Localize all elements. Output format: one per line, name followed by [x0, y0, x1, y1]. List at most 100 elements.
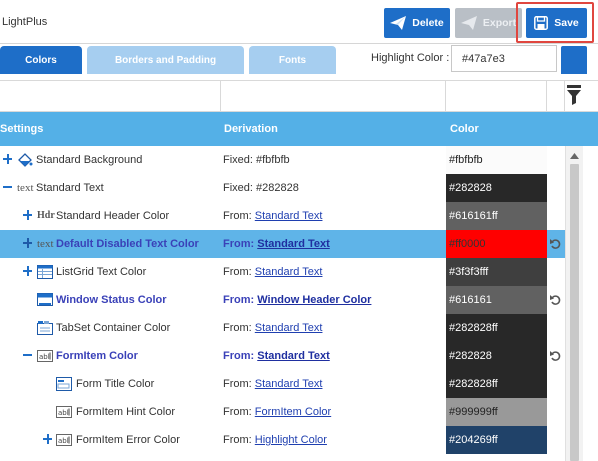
table-row[interactable]: Window Status Color From: Window Header C… — [0, 286, 565, 314]
setting-name: Standard Text — [36, 182, 104, 194]
collapse-icon[interactable] — [3, 182, 13, 192]
derivation-link[interactable]: Standard Text — [255, 378, 323, 390]
export-button[interactable]: Export — [455, 8, 522, 38]
table-row[interactable]: Form Title Color From: Standard Text #2828… — [0, 370, 565, 398]
derivation-link[interactable]: FormItem Color — [255, 406, 331, 418]
grid-body: Standard Background Fixed: #fbfbfb #fbfbfb… — [0, 146, 565, 461]
app-title: LightPlus — [2, 16, 48, 28]
collapse-icon[interactable] — [23, 350, 33, 360]
export-icon — [460, 16, 477, 30]
filter-color[interactable] — [446, 81, 547, 111]
derivation-cell: From: Standard Text — [223, 378, 322, 390]
derivation-link[interactable]: Standard Text — [255, 210, 323, 222]
derivation-link[interactable]: Standard Text — [257, 238, 330, 250]
color-swatch[interactable]: #616161 — [446, 286, 547, 314]
reset-icon[interactable] — [550, 294, 562, 309]
derivation-cell: From: Window Header Color — [223, 294, 371, 306]
derivation-cell: From: FormItem Color — [223, 406, 331, 418]
setting-name: Form Title Color — [76, 378, 155, 390]
filter-row — [0, 80, 598, 112]
svg-text:abl: abl — [58, 409, 69, 417]
derivation-prefix: From: — [223, 406, 255, 418]
derivation-prefix: From: — [223, 238, 258, 250]
expand-icon[interactable] — [23, 266, 33, 276]
header-icon: Hdr — [37, 210, 55, 221]
tab-fonts[interactable]: Fonts — [249, 46, 336, 74]
scroll-up-icon[interactable] — [570, 150, 579, 162]
svg-text:abl: abl — [39, 353, 50, 361]
color-swatch[interactable]: #ff0000 — [446, 230, 547, 258]
derivation-link[interactable]: Highlight Color — [255, 434, 327, 446]
table-row[interactable]: abl FormItem Error Color From: Highlight C… — [0, 426, 565, 454]
derivation-link[interactable]: Standard Text — [257, 350, 330, 362]
setting-name: Standard Header Color — [56, 210, 170, 222]
highlight-color-input[interactable] — [451, 45, 557, 72]
highlight-color-label: Highlight Color : — [371, 52, 450, 64]
column-header-settings[interactable]: Settings — [0, 123, 43, 135]
export-button-label: Export — [482, 17, 517, 29]
table-row[interactable]: TabSet Container Color From: Standard Tex… — [0, 314, 565, 342]
derivation-link[interactable]: Window Header Color — [257, 294, 371, 306]
expand-icon[interactable] — [43, 434, 53, 444]
derivation-prefix: From: — [223, 294, 258, 306]
form-title-icon — [56, 376, 72, 392]
tab-colors[interactable]: Colors — [0, 46, 82, 74]
corner-tab[interactable] — [561, 46, 587, 74]
color-swatch[interactable]: #282828 — [446, 342, 547, 370]
derivation-prefix: From: — [223, 322, 255, 334]
color-swatch[interactable]: #204269ff — [446, 426, 547, 454]
color-swatch[interactable]: #616161ff — [446, 202, 547, 230]
text-icon: text — [17, 182, 34, 194]
tab-borders-and-padding[interactable]: Borders and Padding — [87, 46, 244, 74]
derivation-cell: From: Standard Text — [223, 266, 322, 278]
send-icon — [390, 16, 407, 30]
reset-icon[interactable] — [550, 238, 562, 253]
color-swatch[interactable]: #999999ff — [446, 398, 547, 426]
derivation-cell: From: Standard Text — [223, 210, 322, 222]
table-row[interactable]: abl FormItem Color From: Standard Text #282… — [0, 342, 565, 370]
column-header-derivation[interactable]: Derivation — [224, 123, 278, 135]
filter-derivation[interactable] — [221, 81, 446, 111]
table-row[interactable]: text Standard Text Fixed: #282828 #282828 — [0, 174, 565, 202]
color-swatch[interactable]: #282828ff — [446, 370, 547, 398]
delete-button[interactable]: Delete — [384, 8, 450, 38]
derivation-link[interactable]: Standard Text — [255, 322, 323, 334]
expand-icon[interactable] — [3, 154, 13, 164]
expand-icon[interactable] — [23, 210, 33, 220]
color-swatch[interactable]: #3f3f3fff — [446, 258, 547, 286]
filter-settings[interactable] — [0, 81, 221, 111]
setting-name: FormItem Color — [56, 350, 138, 362]
grid-header: Settings Derivation Color — [0, 112, 598, 146]
paint-bucket-icon — [17, 152, 33, 168]
derivation-prefix: From: — [223, 434, 255, 446]
filter-extra[interactable] — [547, 81, 565, 111]
column-header-color[interactable]: Color — [450, 123, 479, 135]
window-icon — [37, 292, 53, 308]
table-row[interactable]: Standard Background Fixed: #fbfbfb #fbfbfb — [0, 146, 565, 174]
delete-button-label: Delete — [412, 17, 444, 29]
color-swatch[interactable]: #fbfbfb — [446, 146, 547, 174]
derivation-prefix: From: — [223, 266, 255, 278]
color-swatch[interactable]: #282828ff — [446, 314, 547, 342]
derivation-prefix: From: — [223, 350, 258, 362]
filter-funnel-icon[interactable] — [567, 85, 581, 108]
formitem-icon: abl — [56, 432, 72, 448]
derivation-cell: Fixed: #282828 — [223, 182, 299, 194]
setting-name: Window Status Color — [56, 294, 167, 306]
table-row[interactable]: text Default Disabled Text Color From: Sta… — [0, 230, 565, 258]
expand-icon[interactable] — [23, 238, 33, 248]
table-row[interactable]: ListGrid Text Color From: Standard Text #3… — [0, 258, 565, 286]
title-bar: LightPlus Delete Export Save — [0, 0, 598, 44]
derivation-prefix: Fixed: #fbfbfb — [223, 154, 290, 166]
reset-icon[interactable] — [550, 350, 562, 365]
table-row[interactable]: Hdr Standard Header Color From: Standard T… — [0, 202, 565, 230]
table-row[interactable]: abl FormItem Hint Color From: FormItem Col… — [0, 398, 565, 426]
derivation-cell: Fixed: #fbfbfb — [223, 154, 290, 166]
vertical-scrollbar[interactable] — [565, 146, 583, 461]
setting-name: Default Disabled Text Color — [56, 238, 199, 250]
setting-name: ListGrid Text Color — [56, 266, 147, 278]
save-highlight-box — [516, 2, 594, 43]
scrollbar-thumb[interactable] — [570, 164, 579, 461]
derivation-link[interactable]: Standard Text — [255, 266, 323, 278]
color-swatch[interactable]: #282828 — [446, 174, 547, 202]
